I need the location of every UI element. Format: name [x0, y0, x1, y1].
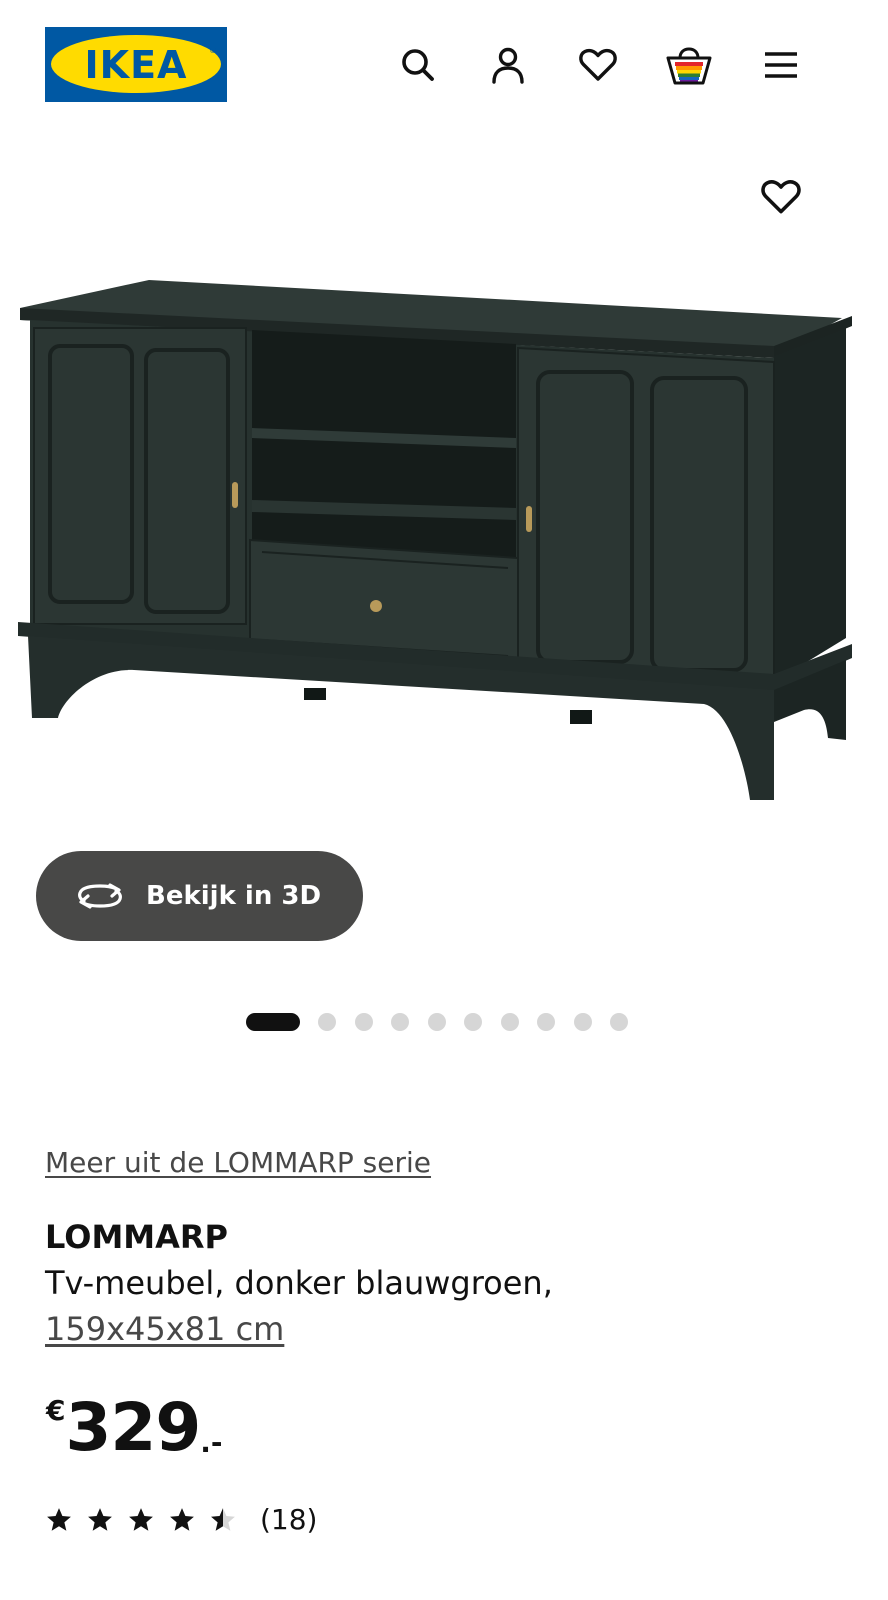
- product-name: LOMMARP: [45, 1218, 228, 1256]
- rating-stars: [45, 1506, 250, 1534]
- basket-icon[interactable]: [664, 40, 714, 90]
- view-in-3d-button[interactable]: Bekijk in 3D: [36, 851, 363, 941]
- pagination-dot[interactable]: [610, 1013, 628, 1031]
- pagination-dot[interactable]: [391, 1013, 409, 1031]
- price-currency: €: [46, 1394, 66, 1427]
- product-size-link[interactable]: 159x45x81 cm: [45, 1310, 284, 1348]
- product-price: € 329 .-: [46, 1388, 223, 1468]
- half-star-icon: [209, 1506, 237, 1534]
- pagination-dot-active[interactable]: [246, 1013, 300, 1031]
- menu-icon[interactable]: [756, 40, 806, 90]
- logo-text: IKEA: [84, 42, 188, 87]
- star-icon: [45, 1506, 73, 1534]
- heart-icon[interactable]: [573, 40, 623, 90]
- pagination-dot[interactable]: [427, 1013, 446, 1031]
- product-rating[interactable]: (18): [45, 1503, 317, 1536]
- star-icon: [127, 1506, 155, 1534]
- pagination-dot[interactable]: [354, 1013, 373, 1031]
- pagination-dot[interactable]: [573, 1013, 592, 1031]
- user-icon[interactable]: [483, 40, 533, 90]
- registered-mark: ®: [209, 46, 217, 55]
- heart-icon: [761, 180, 801, 214]
- rotate-3d-icon: [76, 876, 124, 916]
- product-description: Tv-meubel, donker blauwgroen,: [45, 1264, 553, 1302]
- star-icon: [86, 1506, 114, 1534]
- add-to-favourites-button[interactable]: [755, 171, 807, 223]
- price-integer: 329: [65, 1389, 201, 1466]
- view-in-3d-label: Bekijk in 3D: [146, 881, 322, 911]
- pagination-dot[interactable]: [537, 1013, 555, 1031]
- review-count: (18): [260, 1503, 318, 1536]
- ikea-logo[interactable]: IKEA ®: [45, 27, 227, 102]
- price-decimal: .-: [200, 1426, 223, 1459]
- image-pagination: [246, 1012, 647, 1032]
- pagination-dot[interactable]: [464, 1013, 482, 1031]
- search-icon[interactable]: [393, 40, 443, 90]
- star-icon: [168, 1506, 196, 1534]
- series-link[interactable]: Meer uit de LOMMARP serie: [45, 1146, 431, 1179]
- product-image[interactable]: [14, 270, 856, 808]
- pagination-dot[interactable]: [318, 1013, 336, 1031]
- pagination-dot[interactable]: [500, 1013, 519, 1031]
